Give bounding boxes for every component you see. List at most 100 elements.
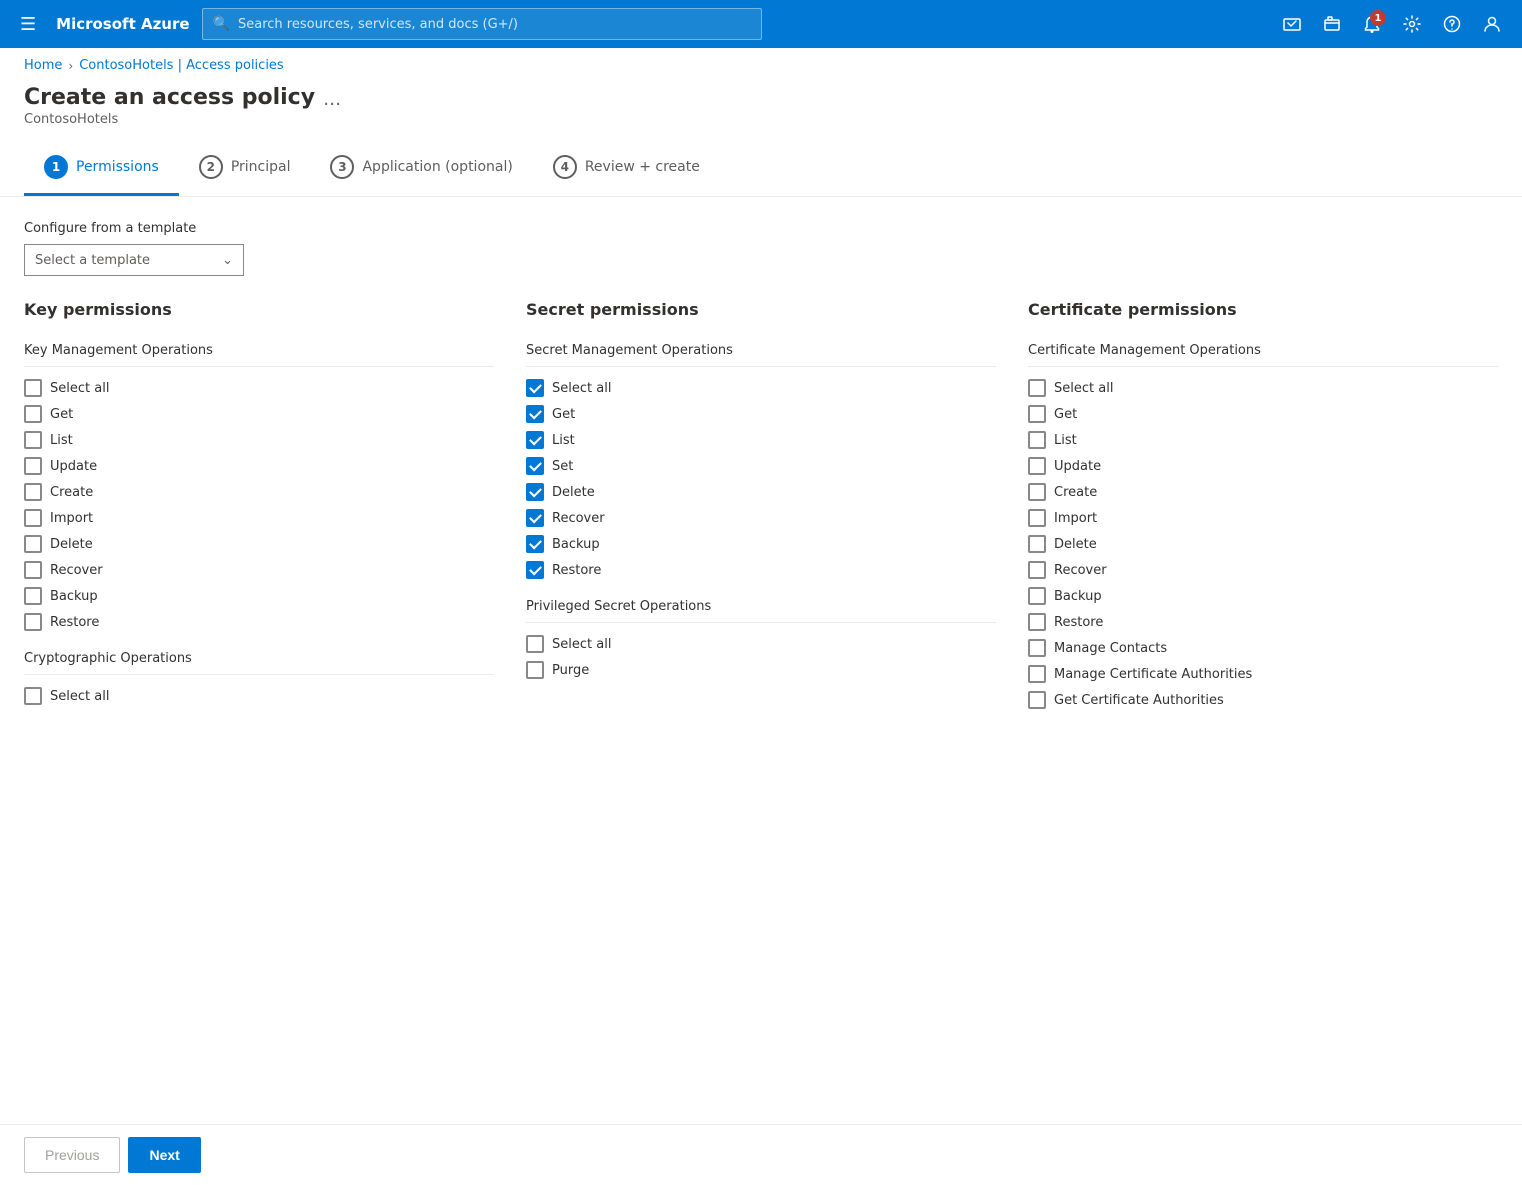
cert-create-item[interactable]: Create xyxy=(1028,479,1498,505)
cert-restore-checkbox[interactable] xyxy=(1028,613,1046,631)
cert-get-checkbox[interactable] xyxy=(1028,405,1046,423)
secret-get-item[interactable]: Get xyxy=(526,401,996,427)
cert-manage-contacts-label: Manage Contacts xyxy=(1054,641,1167,656)
secret-priv-select-all-checkbox[interactable] xyxy=(526,635,544,653)
cert-manage-contacts-item[interactable]: Manage Contacts xyxy=(1028,635,1498,661)
cert-delete-item[interactable]: Delete xyxy=(1028,531,1498,557)
cert-create-checkbox[interactable] xyxy=(1028,483,1046,501)
key-select-all-item[interactable]: Select all xyxy=(24,375,494,401)
cert-manage-contacts-checkbox[interactable] xyxy=(1028,639,1046,657)
secret-set-checkbox[interactable] xyxy=(526,457,544,475)
template-dropdown[interactable]: Select a template ⌄ xyxy=(24,244,244,276)
cert-update-checkbox[interactable] xyxy=(1028,457,1046,475)
main-content: Configure from a template Select a templ… xyxy=(0,221,1522,809)
next-button[interactable]: Next xyxy=(128,1137,200,1173)
page-subtitle: ContosoHotels xyxy=(24,112,315,127)
key-create-checkbox[interactable] xyxy=(24,483,42,501)
search-placeholder: Search resources, services, and docs (G+… xyxy=(238,17,518,32)
key-backup-checkbox[interactable] xyxy=(24,587,42,605)
secret-restore-checkbox[interactable] xyxy=(526,561,544,579)
secret-backup-item[interactable]: Backup xyxy=(526,531,996,557)
secret-select-all-checkbox[interactable] xyxy=(526,379,544,397)
breadcrumb-home[interactable]: Home xyxy=(24,58,62,73)
step-4-label: Review + create xyxy=(585,159,700,175)
search-bar[interactable]: 🔍 Search resources, services, and docs (… xyxy=(202,8,762,40)
secret-recover-checkbox[interactable] xyxy=(526,509,544,527)
step-4-num: 4 xyxy=(553,155,577,179)
key-backup-item[interactable]: Backup xyxy=(24,583,494,609)
cert-select-all-item[interactable]: Select all xyxy=(1028,375,1498,401)
secret-select-all-label: Select all xyxy=(552,381,611,396)
key-create-item[interactable]: Create xyxy=(24,479,494,505)
cert-get-ca-checkbox[interactable] xyxy=(1028,691,1046,709)
cert-list-checkbox[interactable] xyxy=(1028,431,1046,449)
cert-recover-checkbox[interactable] xyxy=(1028,561,1046,579)
cert-get-item[interactable]: Get xyxy=(1028,401,1498,427)
directory-button[interactable] xyxy=(1314,6,1350,42)
secret-select-all-item[interactable]: Select all xyxy=(526,375,996,401)
cert-backup-checkbox[interactable] xyxy=(1028,587,1046,605)
key-delete-item[interactable]: Delete xyxy=(24,531,494,557)
key-update-checkbox[interactable] xyxy=(24,457,42,475)
key-crypto-select-all-checkbox[interactable] xyxy=(24,687,42,705)
key-list-checkbox[interactable] xyxy=(24,431,42,449)
cert-manage-ca-checkbox[interactable] xyxy=(1028,665,1046,683)
secret-purge-item[interactable]: Purge xyxy=(526,657,996,683)
key-import-label: Import xyxy=(50,511,93,526)
key-restore-label: Restore xyxy=(50,615,99,630)
help-button[interactable] xyxy=(1434,6,1470,42)
key-get-item[interactable]: Get xyxy=(24,401,494,427)
header-menu-icon[interactable]: … xyxy=(323,89,341,110)
secret-backup-checkbox[interactable] xyxy=(526,535,544,553)
key-select-all-checkbox[interactable] xyxy=(24,379,42,397)
key-restore-item[interactable]: Restore xyxy=(24,609,494,635)
wizard-step-3[interactable]: 3 Application (optional) xyxy=(310,143,532,196)
key-recover-item[interactable]: Recover xyxy=(24,557,494,583)
key-recover-checkbox[interactable] xyxy=(24,561,42,579)
secret-restore-item[interactable]: Restore xyxy=(526,557,996,583)
cert-delete-checkbox[interactable] xyxy=(1028,535,1046,553)
cert-import-checkbox[interactable] xyxy=(1028,509,1046,527)
step-2-num: 2 xyxy=(199,155,223,179)
key-crypto-select-all-item[interactable]: Select all xyxy=(24,683,494,709)
secret-priv-select-all-item[interactable]: Select all xyxy=(526,631,996,657)
wizard-step-4[interactable]: 4 Review + create xyxy=(533,143,720,196)
previous-button[interactable]: Previous xyxy=(24,1137,120,1173)
certificate-permissions-column: Certificate permissions Certificate Mana… xyxy=(1028,300,1498,729)
account-button[interactable] xyxy=(1474,6,1510,42)
cert-select-all-checkbox[interactable] xyxy=(1028,379,1046,397)
key-update-item[interactable]: Update xyxy=(24,453,494,479)
hamburger-menu[interactable]: ☰ xyxy=(12,10,44,39)
cert-create-label: Create xyxy=(1054,485,1097,500)
step-3-num: 3 xyxy=(330,155,354,179)
secret-delete-item[interactable]: Delete xyxy=(526,479,996,505)
notifications-button[interactable]: 1 xyxy=(1354,6,1390,42)
key-delete-checkbox[interactable] xyxy=(24,535,42,553)
cert-import-item[interactable]: Import xyxy=(1028,505,1498,531)
cert-restore-item[interactable]: Restore xyxy=(1028,609,1498,635)
secret-set-item[interactable]: Set xyxy=(526,453,996,479)
key-get-checkbox[interactable] xyxy=(24,405,42,423)
breadcrumb-access-policies[interactable]: ContosoHotels | Access policies xyxy=(79,58,284,73)
wizard-step-2[interactable]: 2 Principal xyxy=(179,143,311,196)
key-import-checkbox[interactable] xyxy=(24,509,42,527)
secret-list-checkbox[interactable] xyxy=(526,431,544,449)
cert-update-item[interactable]: Update xyxy=(1028,453,1498,479)
cloud-shell-button[interactable] xyxy=(1274,6,1310,42)
cert-manage-ca-item[interactable]: Manage Certificate Authorities xyxy=(1028,661,1498,687)
key-import-item[interactable]: Import xyxy=(24,505,494,531)
cert-backup-item[interactable]: Backup xyxy=(1028,583,1498,609)
secret-purge-checkbox[interactable] xyxy=(526,661,544,679)
settings-button[interactable] xyxy=(1394,6,1430,42)
cert-list-item[interactable]: List xyxy=(1028,427,1498,453)
cert-get-ca-item[interactable]: Get Certificate Authorities xyxy=(1028,687,1498,713)
secret-get-checkbox[interactable] xyxy=(526,405,544,423)
secret-delete-checkbox[interactable] xyxy=(526,483,544,501)
key-management-group: Key Management Operations Select all Get… xyxy=(24,343,494,635)
key-restore-checkbox[interactable] xyxy=(24,613,42,631)
key-list-item[interactable]: List xyxy=(24,427,494,453)
secret-list-item[interactable]: List xyxy=(526,427,996,453)
cert-recover-item[interactable]: Recover xyxy=(1028,557,1498,583)
wizard-step-1[interactable]: 1 Permissions xyxy=(24,143,179,196)
secret-recover-item[interactable]: Recover xyxy=(526,505,996,531)
